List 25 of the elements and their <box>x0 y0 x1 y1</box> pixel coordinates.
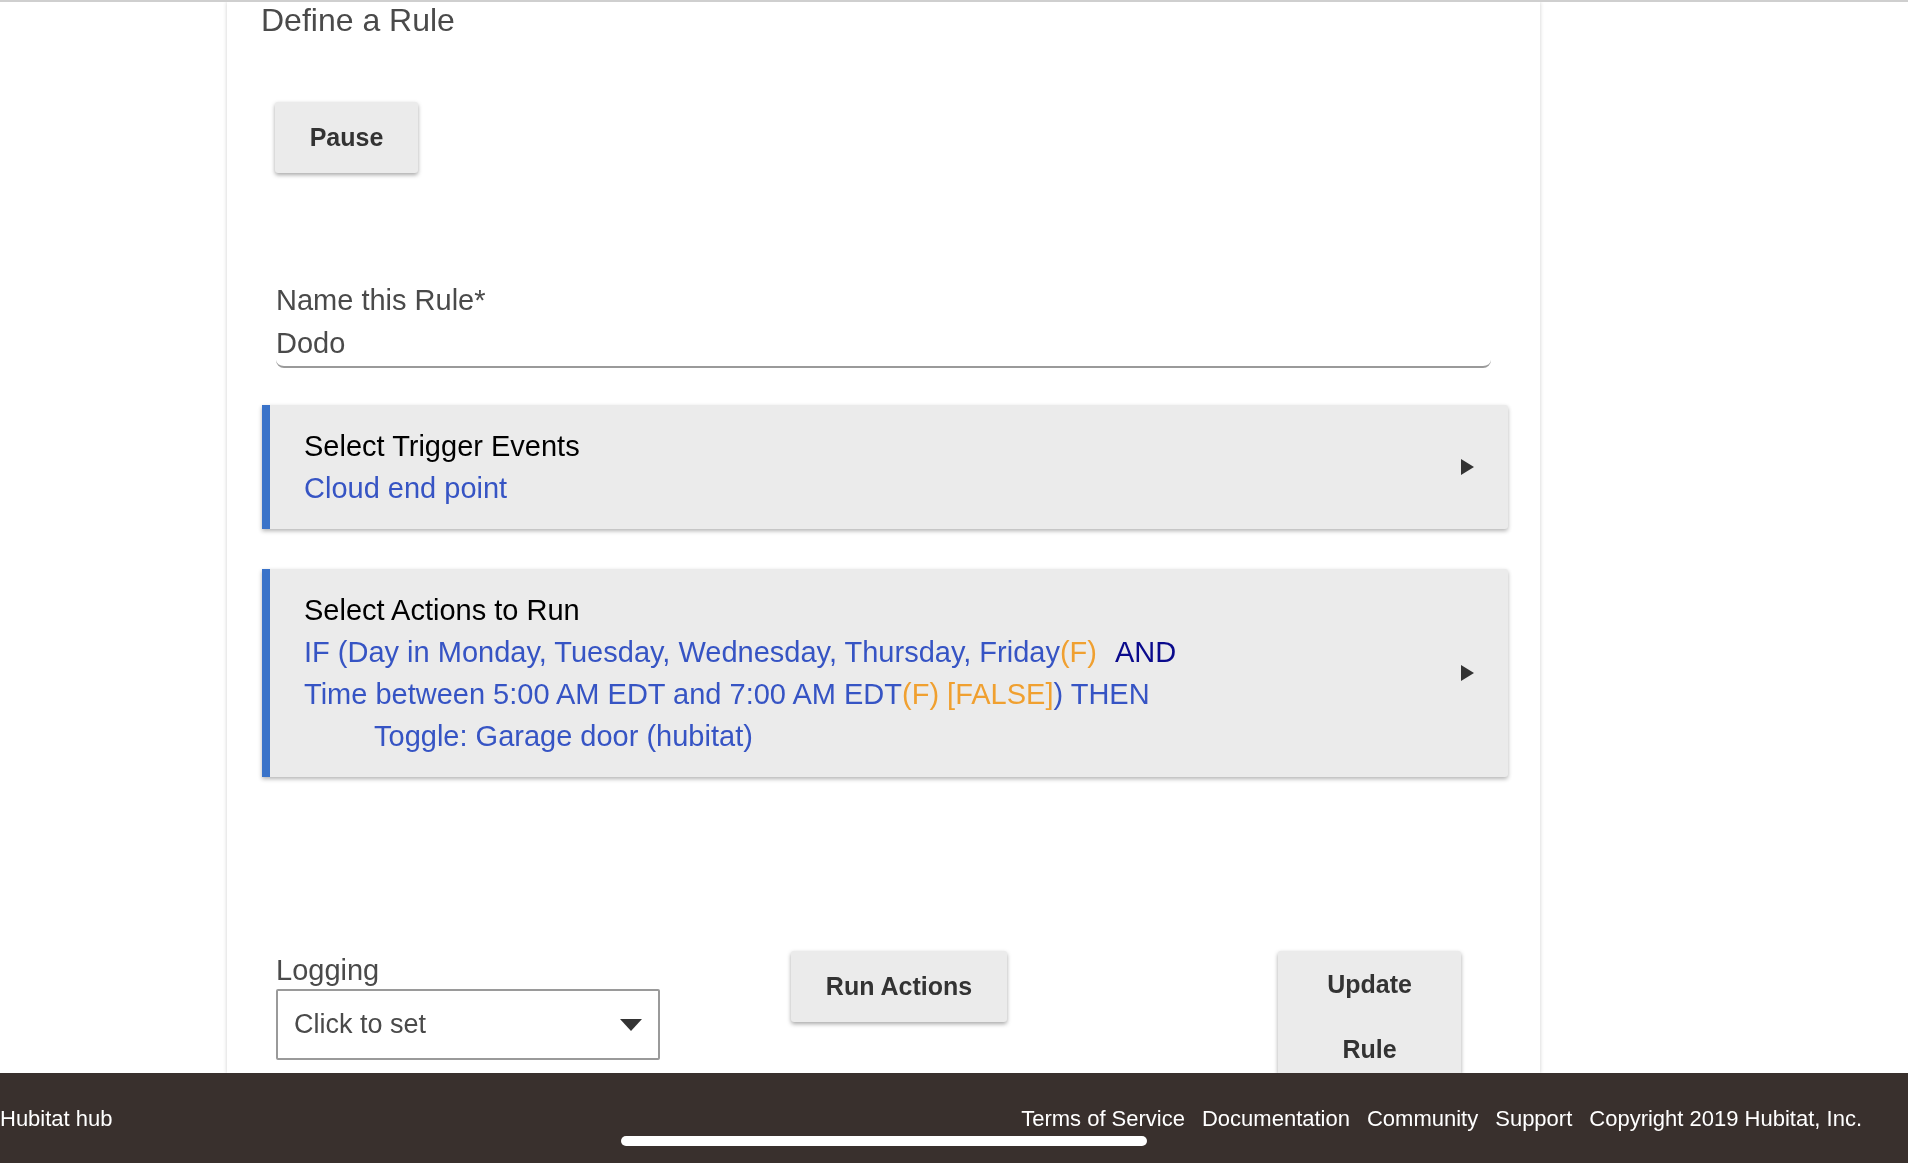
rule-name-input[interactable]: Dodo <box>276 320 1491 368</box>
footer-link[interactable]: Documentation <box>1202 1101 1350 1135</box>
footer-link[interactable]: Community <box>1366 1101 1479 1135</box>
copyright-text: Copyright 2019 Hubitat, Inc. <box>1589 1104 1862 1133</box>
section-title: Select Trigger Events <box>304 429 581 464</box>
expand-arrow-icon <box>1461 459 1474 475</box>
pause-button[interactable]: Pause <box>275 102 418 173</box>
hub-name: Hubitat hub <box>0 1104 113 1133</box>
rule-line: Toggle: Garage door (hubitat) <box>374 719 753 754</box>
rule-line: IF (Day in Monday, Tuesday, Wednesday, Thursday, Friday(F) AND <box>304 635 1177 670</box>
rule-line: Time between 5:00 AM EDT and 7:00 AM EDT(F) [FALSE]) THEN <box>304 677 1150 712</box>
expand-arrow-icon <box>1461 665 1474 681</box>
update-rule-button[interactable]: Update Rule <box>1278 951 1461 1073</box>
page-title: Define a Rule <box>261 2 456 40</box>
field-label: Name this Rule* <box>276 283 487 318</box>
rule-line: Cloud end point <box>304 471 508 506</box>
caret-icon <box>620 1018 642 1031</box>
footer-link[interactable]: Terms of Service <box>1021 1101 1185 1135</box>
collapsible-section[interactable]: Select Trigger Events Cloud end point <box>262 405 1508 529</box>
logging-dropdown[interactable]: Click to set <box>276 989 660 1060</box>
field-label: Logging <box>276 953 381 988</box>
section-title: Select Actions to Run <box>304 593 581 628</box>
collapsible-section[interactable]: Select Actions to Run IF (Day in Monday, Tuesday, Wednesday, Thursday, Friday(F) AND Time between 5:00 AM EDT and 7:00 AM EDT(F) [FALSE]) THEN Toggle: Garage door (hubitat) <box>262 569 1508 777</box>
run-actions-button[interactable]: Run Actions <box>791 951 1007 1022</box>
footer-link[interactable]: Support <box>1495 1101 1573 1135</box>
